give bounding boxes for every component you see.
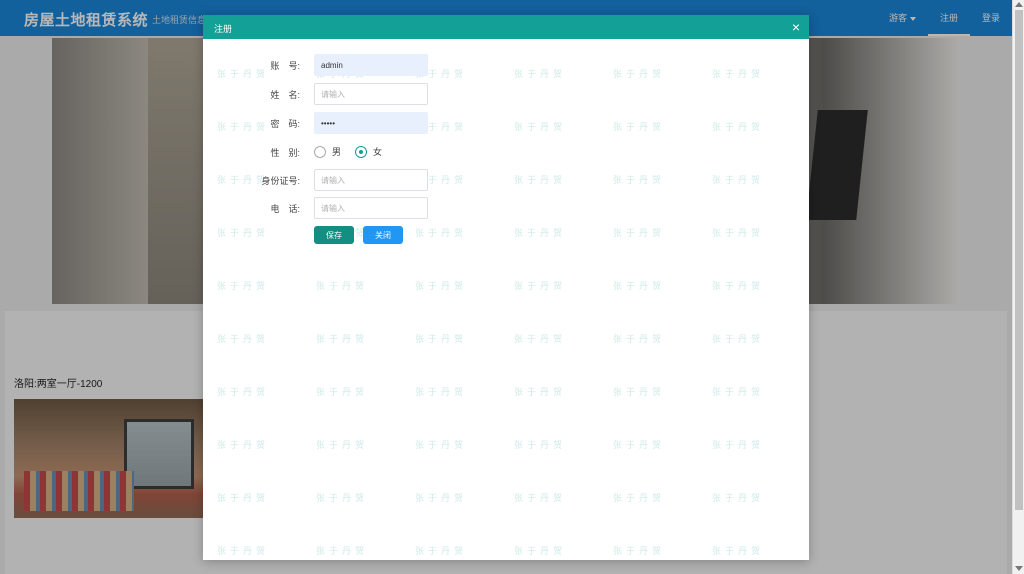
register-dialog: 注册 × 张于丹贺 张于丹贺 张于丹贺 张于丹贺 张于丹贺 张于丹贺 张于丹贺 张于丹贺 张于丹…	[203, 15, 809, 560]
watermark-text: 张于丹贺	[415, 441, 468, 451]
watermark-text: 张于丹贺	[415, 282, 468, 292]
gender-label: 性 别:	[270, 148, 300, 158]
watermark-text: 张于丹贺	[712, 547, 765, 557]
watermark-text: 张于丹贺	[415, 335, 468, 345]
watermark-text: 张于丹贺	[613, 388, 666, 398]
watermark-text: 张于丹贺	[613, 441, 666, 451]
name-label: 姓 名:	[270, 90, 300, 100]
watermark-text: 张于丹贺	[712, 494, 765, 504]
account-label: 账 号:	[270, 61, 300, 71]
password-input[interactable]	[314, 112, 428, 134]
watermark-text: 张于丹贺	[613, 494, 666, 504]
watermark-text: 张于丹贺	[415, 547, 468, 557]
button-row: 保存 关闭	[203, 226, 809, 248]
watermark-text: 张于丹贺	[712, 441, 765, 451]
watermark-text: 张于丹贺	[514, 282, 567, 292]
close-icon[interactable]: ×	[792, 19, 800, 35]
save-button[interactable]: 保存	[314, 226, 354, 244]
watermark-text: 张于丹贺	[316, 282, 369, 292]
id-card-input[interactable]	[314, 169, 428, 191]
watermark-text: 张于丹贺	[514, 441, 567, 451]
watermark-text: 张于丹贺	[712, 123, 765, 133]
watermark-text: 张于丹贺	[217, 547, 270, 557]
watermark-text: 张于丹贺	[415, 388, 468, 398]
phone-label: 电 话:	[270, 204, 300, 214]
watermark-text: 张于丹贺	[316, 441, 369, 451]
watermark-text: 张于丹贺	[514, 547, 567, 557]
account-input[interactable]	[314, 54, 428, 76]
close-button[interactable]: 关闭	[363, 226, 403, 244]
watermark-text: 张于丹贺	[217, 388, 270, 398]
gender-option-male[interactable]: 男	[314, 145, 341, 158]
scroll-down-arrow-icon[interactable]	[1015, 566, 1023, 571]
watermark-text: 张于丹贺	[514, 123, 567, 133]
watermark-text: 张于丹贺	[514, 70, 567, 80]
watermark-text: 张于丹贺	[514, 494, 567, 504]
radio-checked-icon[interactable]	[355, 145, 367, 158]
watermark-text: 张于丹贺	[712, 70, 765, 80]
password-label: 密 码:	[270, 119, 300, 129]
id-card-label: 身份证号:	[261, 176, 300, 186]
page-scrollbar[interactable]	[1012, 0, 1024, 574]
watermark-text: 张于丹贺	[712, 176, 765, 186]
watermark-text: 张于丹贺	[217, 441, 270, 451]
watermark-text: 张于丹贺	[316, 547, 369, 557]
watermark-text: 张于丹贺	[217, 282, 270, 292]
watermark-text: 张于丹贺	[613, 70, 666, 80]
watermark-text: 张于丹贺	[613, 335, 666, 345]
watermark-text: 张于丹贺	[415, 494, 468, 504]
gender-male-label: 男	[332, 147, 342, 157]
gender-option-female[interactable]: 女	[355, 145, 382, 158]
gender-row: 性 别: 男 女	[203, 141, 809, 163]
watermark-text: 张于丹贺	[217, 335, 270, 345]
watermark-text: 张于丹贺	[613, 547, 666, 557]
radio-unchecked-icon[interactable]	[314, 145, 326, 158]
dialog-header: 注册 ×	[203, 15, 809, 39]
dialog-title: 注册	[214, 24, 233, 34]
watermark-text: 张于丹贺	[613, 176, 666, 186]
watermark-text: 张于丹贺	[514, 176, 567, 186]
watermark-text: 张于丹贺	[514, 335, 567, 345]
watermark-text: 张于丹贺	[712, 388, 765, 398]
scroll-thumb[interactable]	[1015, 10, 1023, 510]
watermark-text: 张于丹贺	[217, 494, 270, 504]
watermark-text: 张于丹贺	[712, 335, 765, 345]
name-input[interactable]	[314, 83, 428, 105]
watermark-text: 张于丹贺	[514, 388, 567, 398]
scroll-up-arrow-icon[interactable]	[1015, 2, 1023, 7]
watermark-text: 张于丹贺	[613, 123, 666, 133]
watermark-text: 张于丹贺	[316, 335, 369, 345]
watermark-text: 张于丹贺	[316, 388, 369, 398]
watermark-text: 张于丹贺	[613, 282, 666, 292]
phone-input[interactable]	[314, 197, 428, 219]
watermark-text: 张于丹贺	[316, 494, 369, 504]
gender-female-label: 女	[373, 147, 383, 157]
watermark-text: 张于丹贺	[712, 282, 765, 292]
